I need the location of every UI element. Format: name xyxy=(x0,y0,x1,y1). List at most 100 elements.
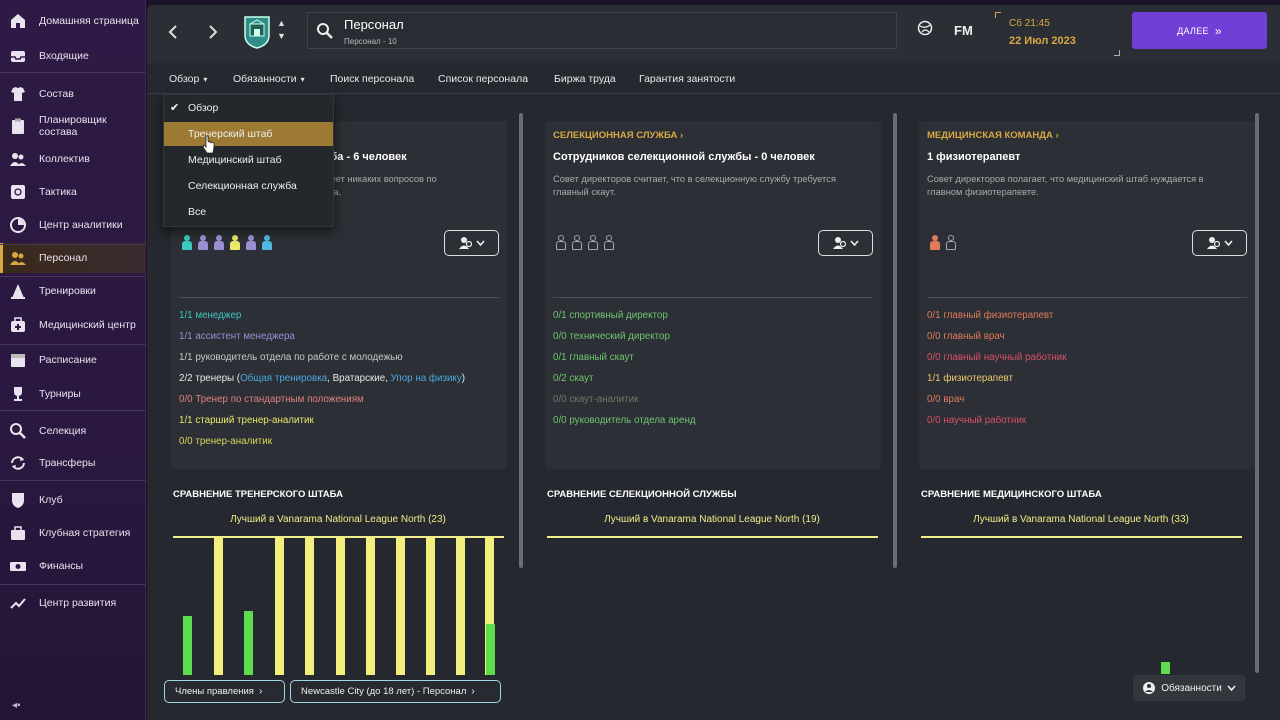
chevron-right-icon xyxy=(209,25,218,39)
tab-label: Биржа труда xyxy=(554,73,616,85)
trainers-link-physical[interactable]: Упор на физику xyxy=(391,373,462,384)
youth-staff-label: Newcastle City (до 18 лет) - Персонал xyxy=(301,686,467,697)
page-title: Персонал xyxy=(344,17,404,32)
role-line: 0/1 главный физиотерапевт xyxy=(927,310,1054,321)
sidebar-item[interactable]: Клубная стратегия xyxy=(0,518,146,548)
scouting-scrollbar[interactable] xyxy=(893,113,897,568)
sidebar-item[interactable]: Медицинский центр xyxy=(0,310,146,340)
sidebar-item-label: Медицинский центр xyxy=(39,319,136,331)
sidebar-separator xyxy=(0,410,146,411)
trophy-icon xyxy=(9,385,27,403)
person-icon xyxy=(587,235,599,251)
sidebar-item-label: Состав xyxy=(39,88,74,100)
globe-icon[interactable] xyxy=(917,20,933,39)
briefcase-icon xyxy=(9,524,27,542)
tab-item[interactable]: Обязанности ▾ xyxy=(233,73,305,85)
dropdown-item[interactable]: Медицинский штаб xyxy=(164,148,333,172)
medical-comparison-line xyxy=(921,536,1242,538)
scouting-roles-list: 0/1 спортивный директор 0/0 технический д… xyxy=(553,305,696,431)
magnifier-icon xyxy=(9,422,27,440)
checkmark-icon: ✔ xyxy=(170,102,180,114)
sidebar-item[interactable]: Персонал xyxy=(0,243,146,273)
trainers-prefix: 2/2 тренеры ( xyxy=(179,373,241,384)
medical-chart-bar xyxy=(1161,662,1170,674)
back-button[interactable] xyxy=(161,20,185,44)
tab-item[interactable]: Биржа труда xyxy=(554,73,616,85)
scouting-role-button[interactable] xyxy=(818,230,873,256)
clock-bracket-tl xyxy=(995,12,1001,18)
medical-scrollbar[interactable] xyxy=(1255,113,1259,673)
responsibilities-button[interactable]: Обязанности xyxy=(1133,675,1245,701)
sidebar: Домашняя страница Входящие Состав Планировщ… xyxy=(0,0,146,720)
medical-category-link[interactable]: МЕДИЦИНСКАЯ КОМАНДА › xyxy=(927,130,1059,141)
club-switch-arrows-icon[interactable]: ▲ ▼ xyxy=(277,17,286,43)
sidebar-item[interactable]: Турниры xyxy=(0,379,146,409)
staff-role-icon xyxy=(1207,237,1220,249)
board-members-button[interactable]: Члены правления › xyxy=(164,680,285,703)
continue-label: ДАЛЕЕ xyxy=(1177,25,1209,36)
home-icon xyxy=(9,12,27,30)
fm-logo[interactable]: FM xyxy=(954,23,973,38)
person-icon xyxy=(181,235,193,251)
dropdown-item-label: Медицинский штаб xyxy=(188,154,282,166)
sidebar-item[interactable]: Тактика xyxy=(0,177,146,207)
sidebar-item[interactable]: Коллектив xyxy=(0,144,146,174)
tab-label: Обзор xyxy=(169,73,200,85)
page-search-box[interactable]: Персонал Персонал - 10 xyxy=(307,12,897,49)
sidebar-item[interactable]: Клуб xyxy=(0,485,146,515)
sidebar-item[interactable]: Расписание xyxy=(0,345,146,375)
person-icon xyxy=(261,235,273,251)
tab-item[interactable]: Обзор ▾ xyxy=(169,73,207,85)
tab-label: Обязанности xyxy=(233,73,297,85)
forward-button[interactable] xyxy=(201,20,225,44)
sidebar-item[interactable]: Финансы xyxy=(0,551,146,581)
sidebar-item-label: Центр аналитики xyxy=(39,219,123,231)
staff-icon xyxy=(9,249,27,267)
transfer-arrows-icon xyxy=(9,454,27,472)
coaching-roles-list: 1/1 менеджер 1/1 ассистент менеджера 1/1… xyxy=(179,305,465,452)
sidebar-item[interactable]: Домашняя страница xyxy=(0,6,146,36)
inbox-icon xyxy=(9,47,27,65)
dropdown-item[interactable]: Селекционная служба xyxy=(164,174,333,198)
sidebar-item-label: Трансферы xyxy=(39,457,96,469)
tactics-board-icon xyxy=(9,183,27,201)
trainers-link-general[interactable]: Общая тренировка xyxy=(240,373,327,384)
medical-panel: МЕДИЦИНСКАЯ КОМАНДА › 1 физиотерапевт Со… xyxy=(919,121,1255,469)
sidebar-item[interactable]: Селекция xyxy=(0,416,146,446)
person-icon xyxy=(603,235,615,251)
sidebar-item[interactable]: Тренировки xyxy=(0,276,146,306)
scouting-category-link[interactable]: СЕЛЕКЦИОННАЯ СЛУЖБА › xyxy=(553,130,683,141)
medical-kit-icon xyxy=(9,316,27,334)
sidebar-item[interactable]: Трансферы xyxy=(0,448,146,478)
responsibilities-label: Обязанности xyxy=(1161,682,1222,694)
calendar-icon xyxy=(9,351,27,369)
coaching-scrollbar[interactable] xyxy=(519,113,523,568)
development-icon xyxy=(9,594,27,612)
continue-button[interactable]: ДАЛЕЕ » xyxy=(1132,12,1267,49)
tab-item[interactable]: Список персонала xyxy=(438,73,528,85)
youth-staff-button[interactable]: Newcastle City (до 18 лет) - Персонал › xyxy=(290,680,501,703)
medical-role-button[interactable] xyxy=(1192,230,1247,256)
medical-people xyxy=(929,235,957,251)
sidebar-item[interactable]: Центр развития xyxy=(0,588,146,618)
tab-label: Гарантия занятости xyxy=(639,73,736,85)
overview-dropdown-menu: ✔ Обзор Тренерский штаб Медицинский штаб Сел… xyxy=(163,94,334,227)
person-icon xyxy=(571,235,583,251)
sidebar-item[interactable]: Состав xyxy=(0,79,146,109)
dropdown-item[interactable]: Тренерский штаб xyxy=(164,122,333,146)
person-icon xyxy=(555,235,567,251)
medical-comparison-best: Лучший в Vanarama National League North … xyxy=(973,514,1189,525)
sidebar-separator xyxy=(0,584,146,585)
sidebar-item[interactable]: Планировщик состава xyxy=(0,111,146,141)
coaching-role-button[interactable] xyxy=(444,230,499,256)
sidebar-toggle-icon[interactable]: ◂▪ xyxy=(12,700,21,711)
dropdown-item[interactable]: Все xyxy=(164,200,333,224)
sidebar-item[interactable]: Входящие xyxy=(0,41,146,71)
dropdown-item[interactable]: ✔ Обзор xyxy=(164,96,333,120)
tab-item[interactable]: Поиск персонала xyxy=(330,73,414,85)
mouse-pointer-icon xyxy=(202,135,215,154)
sidebar-item[interactable]: Центр аналитики xyxy=(0,210,146,240)
club-crest-icon[interactable] xyxy=(242,15,272,49)
tab-item[interactable]: Гарантия занятости xyxy=(639,73,735,85)
medical-heading: 1 физиотерапевт xyxy=(927,151,1021,163)
